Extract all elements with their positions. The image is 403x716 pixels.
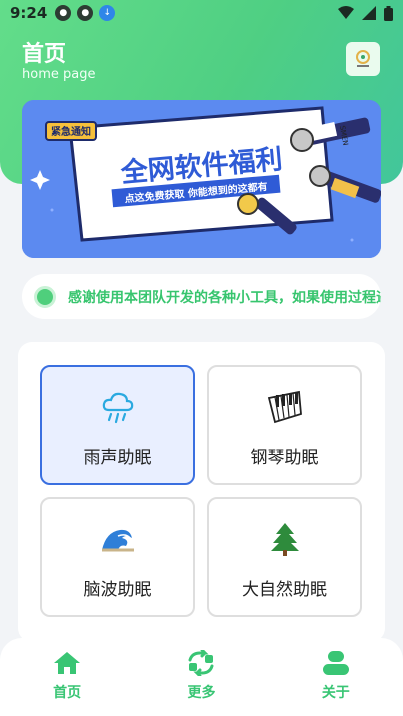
tile-label: 脑波助眠 <box>83 580 152 600</box>
tile-brainwave-sleep[interactable]: 脑波助眠 <box>40 497 195 617</box>
nav-about[interactable]: 关于 <box>291 650 381 702</box>
nav-more[interactable]: 更多 <box>156 650 246 702</box>
wave-icon <box>100 521 136 557</box>
status-time: 9:24 <box>10 4 48 22</box>
status-bar: 9:24 ● ● ↓ <box>0 0 403 26</box>
app-notification-icon: ● <box>55 5 72 21</box>
tile-piano-sleep[interactable]: 钢琴助眠 <box>207 365 362 485</box>
rain-cloud-icon <box>101 389 135 425</box>
page-title: 首页 <box>22 42 67 67</box>
notice-marquee[interactable]: 感谢使用本团队开发的各种小工具，如果使用过程遇 <box>22 274 381 319</box>
bottom-navigation: 首页 更多 关于 <box>0 638 403 716</box>
user-icon <box>322 651 349 675</box>
app-logo-icon <box>356 50 370 67</box>
banner-art: 紧急通知 全网软件福利 点这免费获取 你能想到的这都有 SMEN <box>22 100 381 258</box>
tile-label: 雨声助眠 <box>83 448 152 468</box>
home-icon <box>54 652 81 674</box>
nav-home-label: 首页 <box>53 685 82 701</box>
nav-about-label: 关于 <box>321 685 350 701</box>
promo-banner[interactable]: 紧急通知 全网软件福利 点这免费获取 你能想到的这都有 SMEN <box>22 100 381 258</box>
tree-icon <box>270 521 300 557</box>
nav-home[interactable]: 首页 <box>22 650 112 702</box>
download-icon: ↓ <box>99 5 116 21</box>
battery-icon <box>384 5 393 21</box>
tile-nature-sleep[interactable]: 大自然助眠 <box>207 497 362 617</box>
refresh-icon <box>188 650 214 676</box>
wifi-icon <box>338 6 354 19</box>
signal-icon <box>362 6 376 20</box>
piano-icon <box>267 389 303 425</box>
notice-text: 感谢使用本团队开发的各种小工具，如果使用过程遇 <box>68 289 381 306</box>
nav-more-label: 更多 <box>187 685 216 701</box>
banner-tag: 紧急通知 <box>51 125 91 138</box>
app-notification-icon: ● <box>77 5 94 21</box>
tile-label: 钢琴助眠 <box>250 448 319 468</box>
notice-dot-icon <box>34 285 56 308</box>
app-logo-button[interactable] <box>346 42 380 76</box>
tile-label: 大自然助眠 <box>242 580 327 600</box>
tile-rain-sleep[interactable]: 雨声助眠 <box>40 365 195 485</box>
sleep-mode-card: 雨声助眠 钢琴助眠 脑波助眠 大自然助眠 <box>18 342 385 642</box>
page-subtitle: home page <box>22 67 96 82</box>
